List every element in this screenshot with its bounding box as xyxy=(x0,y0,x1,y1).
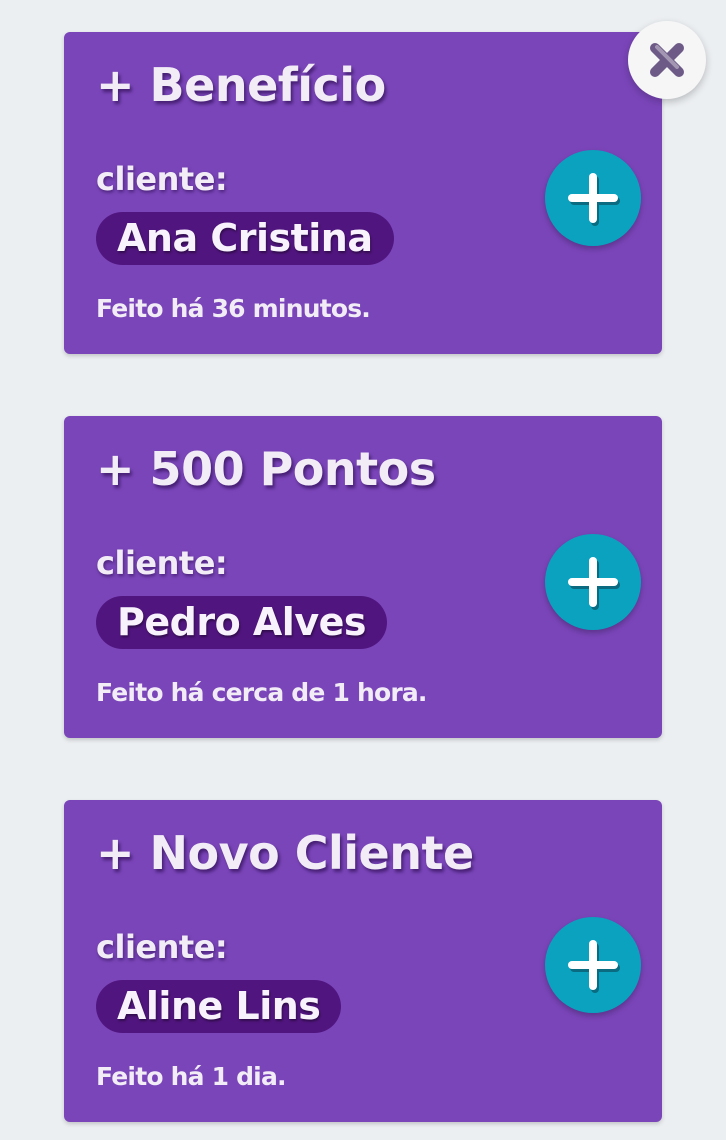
client-label: cliente: xyxy=(96,928,228,966)
plus-icon xyxy=(568,173,620,226)
add-button[interactable] xyxy=(545,534,641,630)
client-name-badge: Pedro Alves xyxy=(96,596,387,649)
client-label: cliente: xyxy=(96,160,228,198)
client-name-badge: Ana Cristina xyxy=(96,212,394,265)
notification-timestamp: Feito há 1 dia. xyxy=(96,1062,287,1091)
notification-timestamp: Feito há 36 minutos. xyxy=(96,294,371,323)
notification-title: + Benefício xyxy=(96,58,386,112)
plus-icon xyxy=(568,940,620,993)
notification-feed: + Benefício cliente: Ana Cristina Feito … xyxy=(0,0,726,1140)
close-icon xyxy=(650,43,684,77)
plus-icon xyxy=(568,557,620,610)
notification-title: + Novo Cliente xyxy=(96,826,474,880)
client-label: cliente: xyxy=(96,544,228,582)
close-button[interactable] xyxy=(628,21,706,99)
add-button[interactable] xyxy=(545,150,641,246)
client-name-badge: Aline Lins xyxy=(96,980,342,1033)
notification-timestamp: Feito há cerca de 1 hora. xyxy=(96,678,427,707)
notification-title: + 500 Pontos xyxy=(96,442,436,496)
add-button[interactable] xyxy=(545,917,641,1013)
